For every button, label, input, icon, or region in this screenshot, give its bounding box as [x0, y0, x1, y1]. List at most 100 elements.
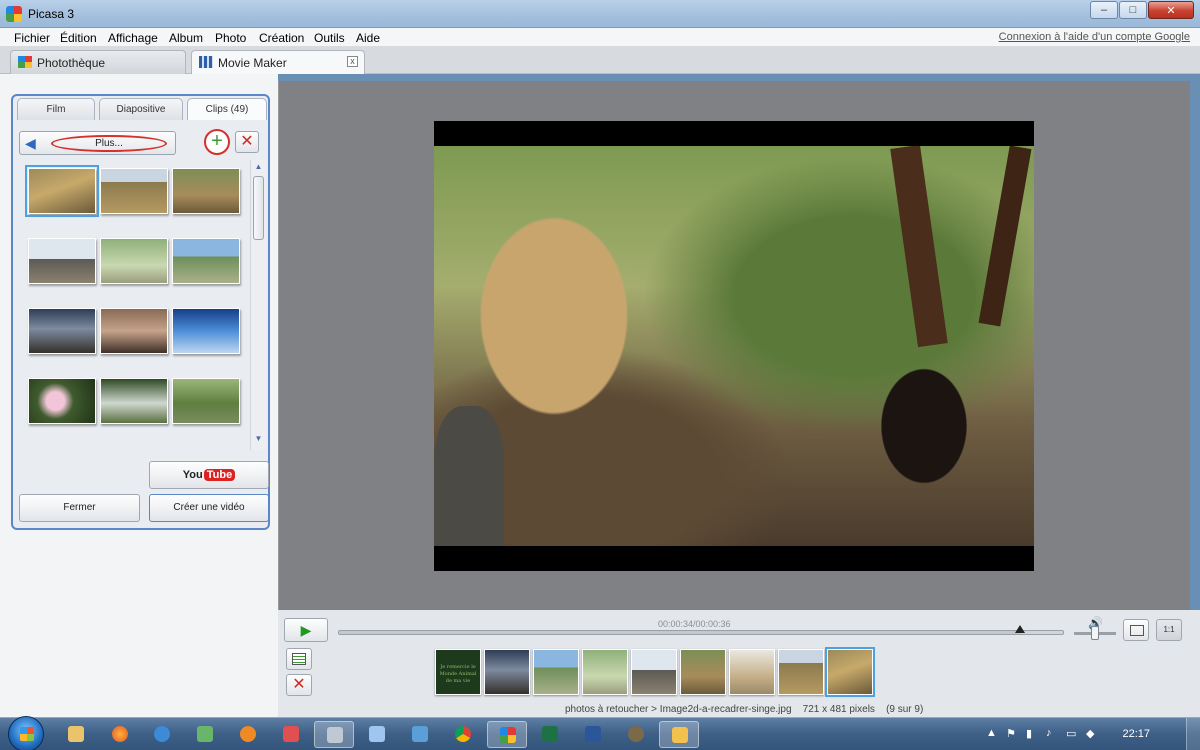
taskbar-excel[interactable]	[530, 721, 570, 748]
seek-bar[interactable]	[338, 625, 1064, 635]
menu-album[interactable]: Album	[169, 31, 203, 45]
tab-phototheque[interactable]: Photothèque	[10, 50, 186, 74]
dropbox-icon[interactable]: ◆	[1086, 727, 1094, 740]
actual-size-button[interactable]: 1:1	[1156, 619, 1182, 641]
taskbar-picasa[interactable]	[487, 721, 527, 748]
status-line: photos à retoucher > Image2d-a-recadrer-…	[565, 704, 923, 715]
taskbar-app6[interactable]	[271, 721, 311, 748]
show-hidden-icons[interactable]: ▲	[986, 727, 997, 739]
close-window-button[interactable]: ✕	[1148, 1, 1194, 19]
film-frame-title[interactable]: Je remercie le Monde Animal de ma vie	[435, 649, 481, 695]
youtube-logo: You Tube	[183, 462, 236, 489]
taskbar-notepad[interactable]	[357, 721, 397, 748]
clip-thumbnail[interactable]	[100, 308, 168, 354]
battery-icon[interactable]: ▭	[1066, 727, 1076, 740]
film-frame[interactable]	[484, 649, 530, 695]
taskbar-app4[interactable]	[185, 721, 225, 748]
show-desktop-button[interactable]	[1186, 718, 1200, 750]
google-signin-link[interactable]: Connexion à l'aide d'un compte Google	[999, 31, 1190, 43]
windows-taskbar: ▲ ⚑ ▮ ♪ ▭ ◆ 22:17	[0, 716, 1200, 750]
taskbar-explorer[interactable]	[56, 721, 96, 748]
subtab-clips[interactable]: Clips (49)	[187, 98, 267, 120]
fullscreen-button[interactable]	[1123, 619, 1149, 641]
clips-nav-bar: ◀ Plus...	[19, 131, 176, 155]
start-button[interactable]	[8, 716, 44, 750]
player-controls: ▶ 00:00:34/00:00:36 🔊 1:1 ✕ Je remercie …	[278, 610, 1200, 717]
remove-clip-button[interactable]: ✕	[235, 131, 259, 153]
close-tab-icon[interactable]: x	[347, 56, 358, 67]
menu-affichage[interactable]: Affichage	[108, 31, 158, 45]
clip-thumbnail[interactable]	[172, 238, 240, 284]
flag-icon[interactable]: ⚑	[1006, 727, 1016, 740]
clip-thumbnail[interactable]	[25, 165, 99, 217]
camera-icon	[327, 727, 343, 743]
menu-outils[interactable]: Outils	[314, 31, 345, 45]
menu-edition[interactable]: Édition	[60, 31, 97, 45]
media-player-icon	[240, 726, 256, 742]
scroll-up-icon[interactable]: ▲	[253, 162, 264, 174]
seek-handle[interactable]	[1015, 625, 1025, 633]
scroll-down-icon[interactable]: ▼	[253, 434, 264, 446]
clip-thumbnail[interactable]	[28, 238, 96, 284]
clip-thumbnail[interactable]	[172, 378, 240, 424]
taskbar-media-player[interactable]	[228, 721, 268, 748]
clip-thumbnail[interactable]	[100, 238, 168, 284]
clip-thumbnail[interactable]	[172, 168, 240, 214]
plus-button[interactable]: Plus...	[51, 135, 167, 152]
firefox-icon	[112, 726, 128, 742]
subtab-film[interactable]: Film	[17, 98, 95, 120]
maximize-button[interactable]: □	[1119, 1, 1147, 19]
clips-scrollbar[interactable]: ▲ ▼	[250, 160, 266, 450]
taskbar-app9[interactable]	[400, 721, 440, 748]
add-clip-button[interactable]: +	[204, 129, 230, 155]
clip-thumbnail[interactable]	[172, 308, 240, 354]
clips-panel: Film Diapositive Clips (49) ◀ Plus... + …	[0, 74, 278, 717]
youtube-button[interactable]: You Tube	[149, 461, 269, 489]
picasa-icon	[500, 727, 516, 743]
clock[interactable]: 22:17	[1122, 728, 1150, 740]
clip-thumbnail[interactable]	[100, 168, 168, 214]
subtab-diapositive[interactable]: Diapositive	[99, 98, 183, 120]
create-video-button[interactable]: Créer une vidéo	[149, 494, 269, 522]
taskbar-gimp[interactable]	[616, 721, 656, 748]
film-frame[interactable]	[533, 649, 579, 695]
taskbar-ie[interactable]	[142, 721, 182, 748]
scroll-thumb[interactable]	[253, 176, 264, 240]
film-frame[interactable]	[778, 649, 824, 695]
menu-aide[interactable]: Aide	[356, 31, 380, 45]
remove-from-movie-button[interactable]: ✕	[286, 674, 312, 696]
clip-thumbnail[interactable]	[100, 378, 168, 424]
word-icon	[585, 726, 601, 742]
view-tabs: Photothèque Movie Maker x	[0, 47, 1200, 74]
clip-thumbnail[interactable]	[28, 308, 96, 354]
minimize-button[interactable]: –	[1090, 1, 1118, 19]
text-overlay-button[interactable]	[286, 648, 312, 670]
video-preview	[434, 121, 1034, 571]
menu-photo[interactable]: Photo	[215, 31, 246, 45]
preview-area	[278, 81, 1190, 610]
film-frame[interactable]	[582, 649, 628, 695]
window-title: Picasa 3	[28, 7, 75, 21]
tab-movie-maker-label: Movie Maker	[218, 56, 287, 70]
taskbar-app7[interactable]	[314, 721, 354, 748]
film-frame-selected[interactable]	[825, 647, 875, 697]
status-path: photos à retoucher > Image2d-a-recadrer-…	[565, 704, 792, 715]
taskbar-chrome[interactable]	[443, 721, 483, 748]
film-frame[interactable]	[729, 649, 775, 695]
taskbar-firefox[interactable]	[100, 721, 140, 748]
taskbar-app15[interactable]	[659, 721, 699, 748]
network-icon[interactable]: ▮	[1026, 727, 1032, 740]
menu-creation[interactable]: Création	[259, 31, 304, 45]
tab-movie-maker[interactable]: Movie Maker x	[191, 50, 365, 74]
play-button[interactable]: ▶	[284, 618, 328, 642]
film-frame[interactable]	[680, 649, 726, 695]
fermer-button[interactable]: Fermer	[19, 494, 140, 522]
messenger-icon	[672, 727, 688, 743]
taskbar-word[interactable]	[573, 721, 613, 748]
film-frame[interactable]	[631, 649, 677, 695]
clip-thumbnail[interactable]	[28, 378, 96, 424]
volume-tray-icon[interactable]: ♪	[1046, 727, 1052, 739]
menu-fichier[interactable]: Fichier	[14, 31, 50, 45]
back-arrow-icon[interactable]: ◀	[25, 136, 39, 150]
volume-knob[interactable]	[1091, 626, 1099, 640]
